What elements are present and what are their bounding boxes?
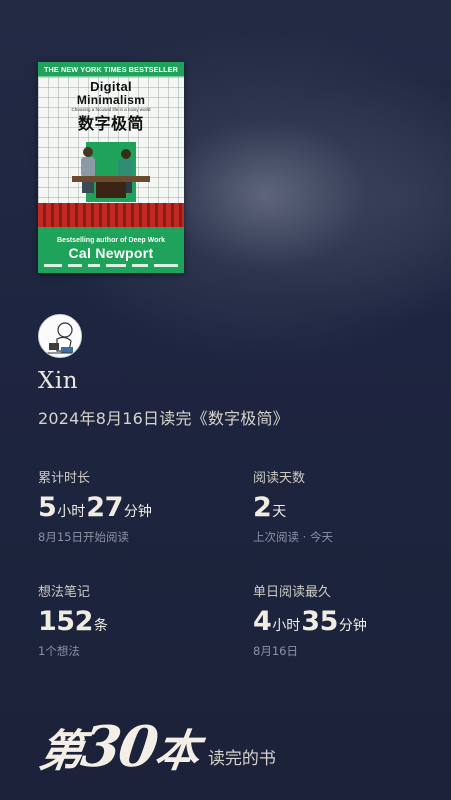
- book-title-cn: 数字极简: [77, 114, 144, 133]
- reading-days-number: 2: [253, 492, 272, 523]
- book-author-tagline: Bestselling author of Deep Work: [57, 237, 165, 244]
- book-author: Cal Newport: [68, 245, 154, 261]
- longest-hours: 4: [253, 606, 272, 637]
- stat-reading-days-value: 2天: [253, 492, 333, 523]
- reading-days-unit: 天: [272, 504, 287, 520]
- rank-mark: 第30本: [35, 714, 202, 780]
- longest-minutes: 35: [301, 606, 338, 637]
- avatar[interactable]: [38, 314, 82, 358]
- total-hours: 5: [38, 492, 57, 523]
- rank-number: 30: [77, 714, 161, 780]
- stat-reading-days: 阅读天数 2天 上次阅读 · 今天: [253, 467, 333, 545]
- stat-longest-day-sub: 8月16日: [253, 644, 298, 658]
- stat-total-time-value: 5小时27分钟: [38, 492, 153, 523]
- rank-prefix: 第: [35, 726, 85, 777]
- finish-date-text: 2024年8月16日读完《数字极简》: [38, 409, 289, 428]
- rank-suffix: 本: [151, 726, 201, 777]
- book-title-line1: Digital: [90, 79, 132, 94]
- stat-total-time-label: 累计时长: [38, 471, 91, 486]
- cartoon-avatar-icon: [39, 315, 81, 357]
- notes-unit: 条: [93, 618, 108, 634]
- total-minutes: 27: [86, 492, 123, 523]
- book-count-rank: 第30本 读完的书: [36, 705, 276, 780]
- stat-total-time-sub: 8月15日开始阅读: [38, 530, 129, 544]
- stat-notes-sub: 1个想法: [38, 644, 80, 658]
- notes-number: 152: [38, 606, 93, 637]
- stat-notes[interactable]: 想法笔记 152条 1个想法: [38, 581, 109, 659]
- bestseller-badge: THE NEW YORK TIMES BESTSELLER: [38, 62, 184, 77]
- rank-caption: 读完的书: [207, 749, 276, 769]
- publisher-line: [44, 262, 178, 268]
- stat-total-time: 累计时长 5小时27分钟 8月15日开始阅读: [38, 467, 153, 545]
- stat-notes-value: 152条: [38, 606, 109, 637]
- longest-hours-unit: 小时: [272, 618, 301, 634]
- total-hours-unit: 小时: [57, 504, 86, 520]
- reading-summary-card: THE NEW YORK TIMES BESTSELLER Digital Mi…: [0, 0, 451, 800]
- stat-reading-days-sub: 上次阅读 · 今天: [253, 530, 333, 544]
- total-minutes-unit: 分钟: [123, 504, 152, 520]
- user-name: Xin: [38, 368, 79, 394]
- longest-minutes-unit: 分钟: [338, 618, 367, 634]
- book-title-line2: Minimalism: [76, 93, 146, 107]
- cover-illustration: [72, 142, 150, 202]
- stat-longest-day-label: 单日阅读最久: [253, 585, 332, 600]
- stat-reading-days-label: 阅读天数: [253, 471, 306, 486]
- stat-longest-day: 单日阅读最久 4小时35分钟 8月16日: [253, 581, 368, 659]
- cover-red-strip: [38, 203, 184, 227]
- book-cover[interactable]: THE NEW YORK TIMES BESTSELLER Digital Mi…: [38, 62, 184, 273]
- stat-longest-day-value: 4小时35分钟: [253, 606, 368, 637]
- stat-notes-label: 想法笔记: [38, 585, 91, 600]
